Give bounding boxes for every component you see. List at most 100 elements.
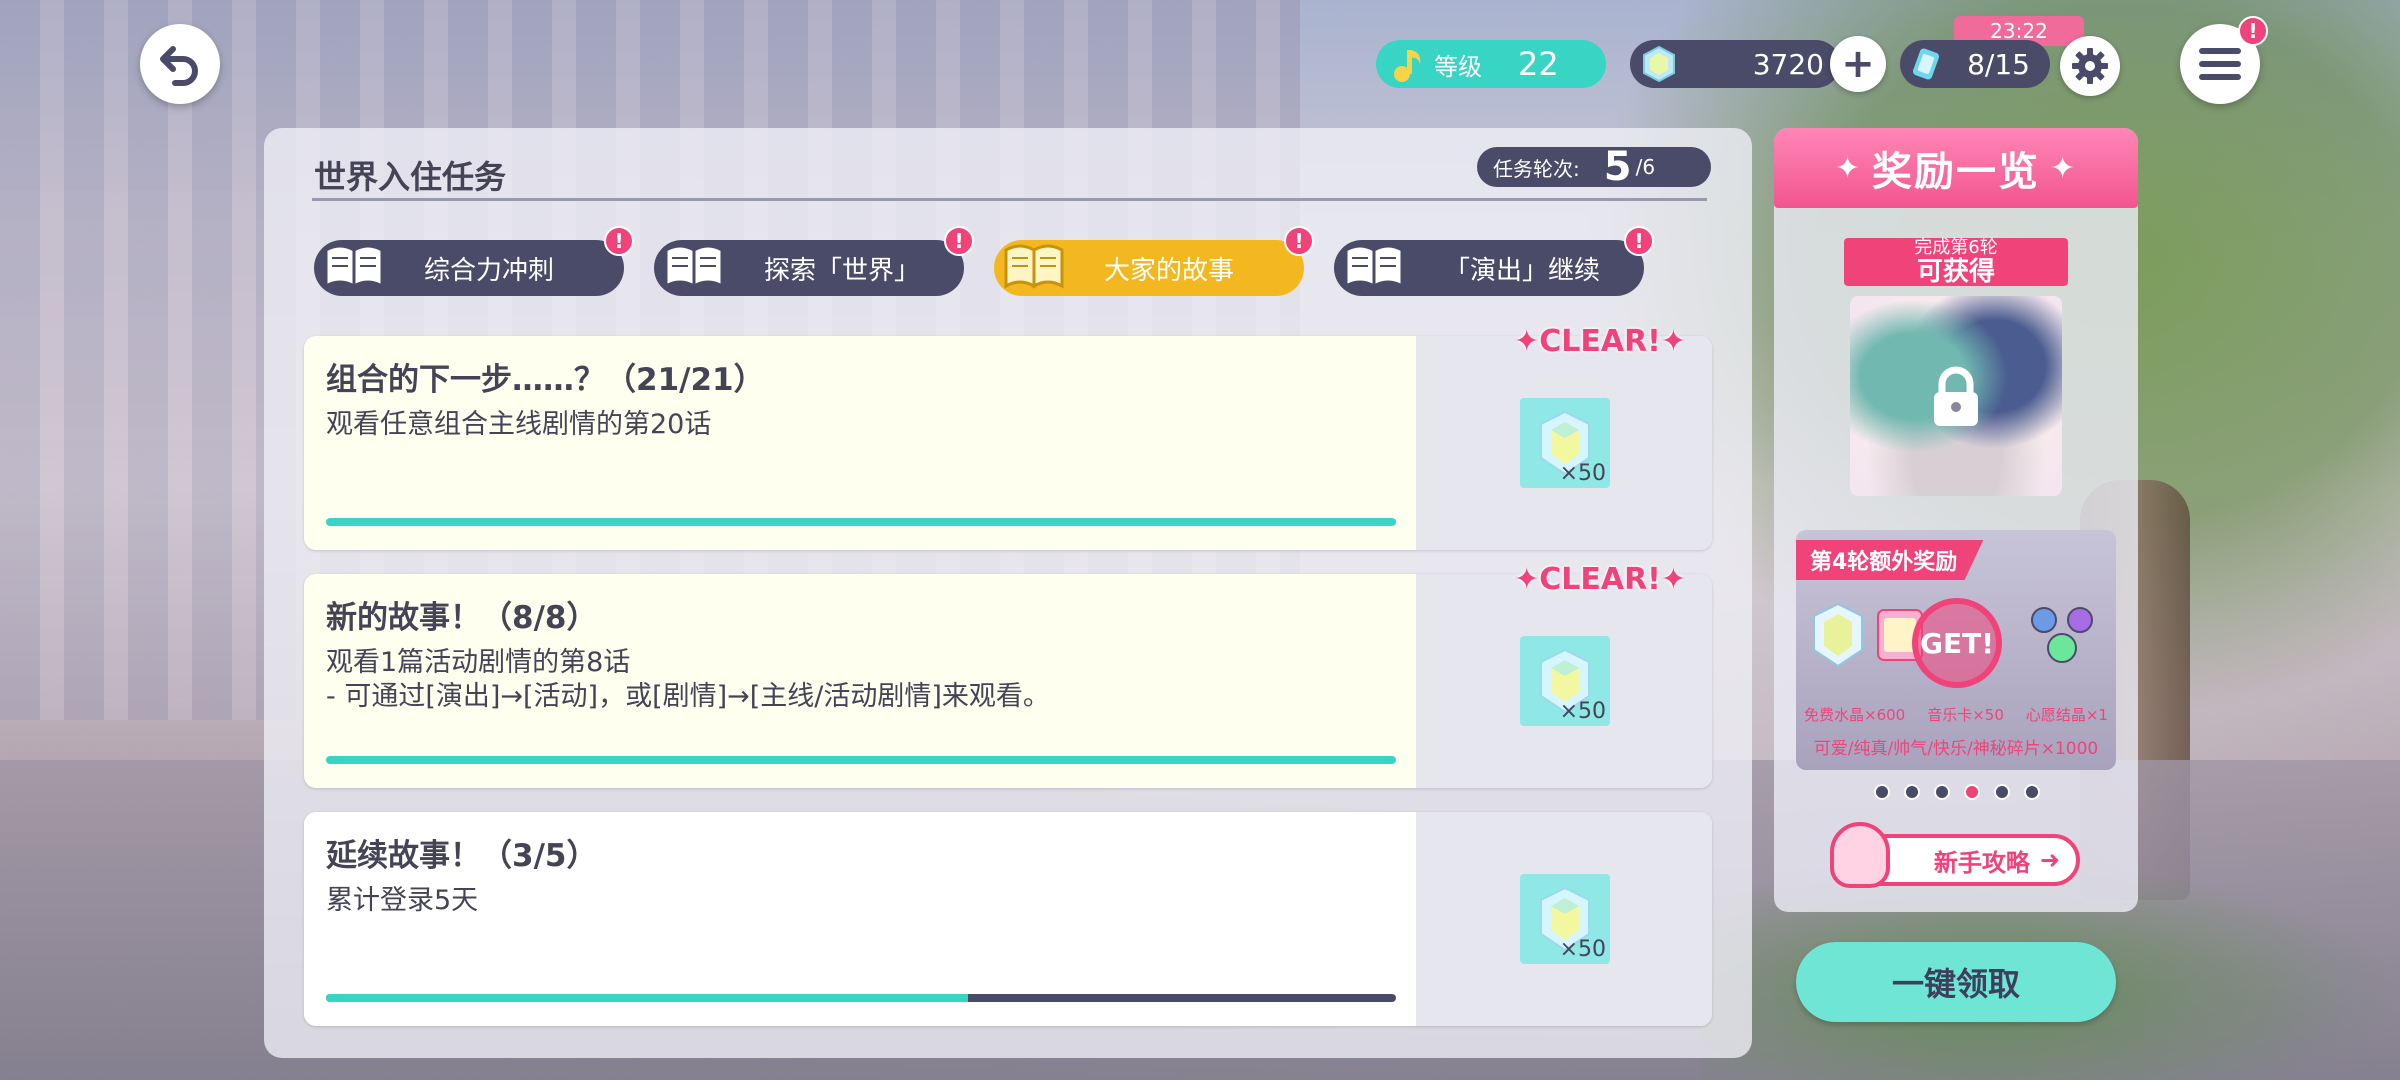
menu-alert-badge: ! (2238, 16, 2268, 46)
music-note-icon (1394, 50, 1421, 82)
lock-icon (1934, 366, 1978, 426)
pager-dot[interactable] (1874, 784, 1890, 800)
completion-ribbon: 完成第6轮 可获得 (1844, 238, 2068, 286)
ribbon-subtitle: 完成第6轮 (1914, 237, 1998, 258)
task-card[interactable]: 延续故事！（3/5） 累计登录5天 ×50 (304, 812, 1712, 1026)
tab-label: 大家的故事 (1104, 255, 1235, 286)
tab-everyones-story[interactable]: 大家的故事 ! (994, 226, 1314, 296)
crystal-icon (1813, 602, 1863, 668)
pager-dot[interactable] (1964, 784, 1980, 800)
task-progress-bar (326, 518, 1396, 526)
task-progress-bar (326, 756, 1396, 764)
task-card[interactable]: 新的故事！（8/8） 观看1篇活动剧情的第8话 - 可通过[演出]→[活动]，或… (304, 574, 1712, 788)
task-card[interactable]: 组合的下一步……？（21/21） 观看任意组合主线剧情的第20话 ×50 (304, 336, 1712, 550)
tab-alert-badge: ! (604, 226, 634, 256)
tab-label: 「演出」继续 (1444, 255, 1601, 286)
task-desc-line: 观看任意组合主线剧情的第20话 (326, 409, 712, 440)
task-progress-fill (326, 994, 968, 1002)
round-label: 任务轮次: (1493, 156, 1580, 181)
reward-overview-header[interactable]: ✦ 奖励一览 ✦ (1774, 128, 2138, 208)
reward-header-label: 奖励一览 (1872, 149, 2040, 195)
energy-value: 8/15 (1967, 47, 2030, 81)
reward-quantity: ×50 (1559, 461, 1606, 486)
sparkle-icon: ✦ (2050, 150, 2078, 186)
bonus-shards: 可爱/纯真/帅气/快乐/神秘碎片×1000 (1813, 739, 2099, 759)
tab-overall-power[interactable]: 综合力冲刺 ! (314, 226, 634, 296)
main-menu-button[interactable]: ! (2180, 16, 2268, 104)
tab-alert-badge: ! (944, 226, 974, 256)
task-desc-line: 累计登录5天 (326, 885, 479, 916)
task-desc-line-2: - 可通过[演出]→[活动]，或[剧情]→[主线/活动剧情]来观看。 (326, 681, 1050, 712)
get-stamp: GET! (1912, 598, 2002, 688)
ribbon-title: 可获得 (1916, 257, 1995, 287)
task-description: 观看任意组合主线剧情的第20话 (326, 408, 711, 442)
bonus-item: 免费水晶×600 (1804, 706, 1906, 724)
reward-quantity: ×50 (1559, 699, 1606, 724)
plus-icon: + (1841, 41, 1875, 87)
gear-icon (2072, 48, 2108, 84)
task-progress-bar (326, 994, 1396, 1002)
level-indicator: 等级 22 (1376, 40, 1606, 88)
pager-dot[interactable] (1934, 784, 1950, 800)
live-bonus-icon (1912, 48, 1940, 80)
task-description: 观看1篇活动剧情的第8话 - 可通过[演出]→[活动]，或[剧情]→[主线/活动… (326, 646, 1050, 714)
bonus-item-list: 免费水晶×600 音乐卡×50 心愿结晶×1 (1804, 704, 2108, 725)
sparkle-icon: ✦ (1834, 150, 1862, 186)
task-title: 延续故事！（3/5） (326, 838, 598, 874)
task-reward-area: ×50 (1416, 812, 1712, 1026)
reward-overview-panel: ✦ 奖励一览 ✦ 完成第6轮 可获得 第4轮额外奖励 GET! 免费水晶×600… (1774, 128, 2138, 912)
book-icon (324, 244, 384, 289)
wish-crystal-icon (2031, 607, 2093, 663)
mascot-icon (1830, 822, 1890, 888)
task-title: 新的故事！（8/8） (326, 600, 598, 636)
pager-dot[interactable] (1994, 784, 2010, 800)
carousel-pager (1874, 784, 2040, 800)
tab-alert-badge: ! (1284, 226, 1314, 256)
book-icon (1344, 244, 1404, 289)
crystal-icon (1643, 45, 1675, 83)
settings-button[interactable] (2060, 36, 2120, 96)
bonus-item: 心愿结晶×1 (2025, 706, 2108, 724)
gem-value: 3720 (1752, 47, 1824, 81)
tab-alert-badge: ! (1624, 226, 1654, 256)
pager-dot[interactable] (2024, 784, 2040, 800)
guide-label: 新手攻略 (1933, 848, 2030, 877)
mission-round-indicator: 任务轮次: 5 /6 (1477, 144, 1711, 190)
arrow-right-icon: ➜ (2039, 846, 2060, 874)
book-icon (664, 244, 724, 289)
reward-quantity: ×50 (1559, 937, 1606, 962)
panel-title: 世界入住任务 (314, 158, 507, 196)
mission-panel: 世界入住任务 任务轮次: 5 /6 综合力冲刺 ! 探索「世界」 ! 大家的故事… (264, 128, 1752, 1058)
reward-crystal[interactable]: ×50 (1520, 874, 1610, 964)
title-divider (312, 198, 1707, 201)
book-icon (1004, 244, 1064, 289)
round-current: 5 (1603, 144, 1632, 190)
bonus-item: 音乐卡×50 (1927, 706, 2004, 724)
reward-crystal[interactable]: ×50 (1520, 636, 1610, 726)
task-reward-area: ×50 (1416, 336, 1712, 550)
level-label: 等级 (1434, 52, 1482, 81)
task-reward-area: ×50 (1416, 574, 1712, 788)
round-bonus-card[interactable]: 第4轮额外奖励 GET! 免费水晶×600 音乐卡×50 心愿结晶×1 可爱/纯… (1796, 530, 2116, 770)
energy-counter: 8/15 (1900, 40, 2050, 88)
clear-stamp: ✦CLEAR!✦ (1514, 324, 1686, 359)
claim-all-button[interactable]: 一键领取 (1796, 942, 2116, 1022)
task-title: 组合的下一步……？（21/21） (326, 362, 765, 398)
task-description: 累计登录5天 (326, 884, 478, 918)
back-button[interactable] (140, 24, 220, 104)
tab-continue-live[interactable]: 「演出」继续 ! (1334, 226, 1654, 296)
level-value: 22 (1518, 45, 1559, 83)
task-progress-fill (326, 756, 1396, 764)
task-progress-fill (326, 518, 1396, 526)
tab-explore-world[interactable]: 探索「世界」 ! (654, 226, 974, 296)
clear-stamp: ✦CLEAR!✦ (1514, 562, 1686, 597)
bonus-tag: 第4轮额外奖励 (1796, 540, 1984, 580)
reward-crystal[interactable]: ×50 (1520, 398, 1610, 488)
tab-label: 探索「世界」 (764, 255, 921, 286)
tab-label: 综合力冲刺 (424, 255, 555, 286)
pager-dot[interactable] (1904, 784, 1920, 800)
task-desc-line: 观看1篇活动剧情的第8话 (326, 647, 631, 678)
add-gems-button[interactable]: + (1830, 36, 1886, 92)
round-total: /6 (1635, 155, 1656, 179)
back-arrow-icon (160, 46, 198, 86)
